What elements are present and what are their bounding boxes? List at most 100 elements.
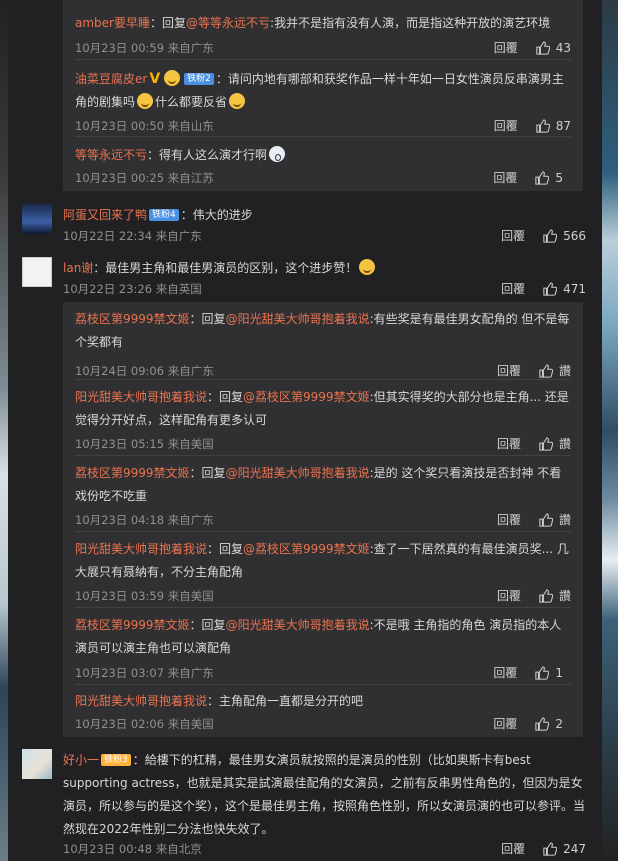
comment-meta: 10月22日 23:26 来自英国 [63,282,202,296]
thumbs-up-icon [543,281,558,296]
mention-link[interactable]: @荔枝区第9999禁文姬 [243,390,370,404]
grin-emoji-icon [137,93,154,109]
avatar[interactable] [22,749,52,779]
reply-item: 阳光甜美大帅哥抱着我说：回复@荔枝区第9999禁文姬:但其实得奖的大部分也是主角… [75,379,571,455]
reply-meta: 10月23日 00:59 来自广东 [75,41,214,55]
like-count: 讚 [558,364,571,378]
thumbs-up-icon [539,363,553,378]
reply-meta: 10月23日 03:07 来自广东 [75,666,214,680]
like-button[interactable]: 讚 [539,511,571,528]
laugh-emoji-icon [359,259,376,275]
reply-meta: 10月23日 03:59 来自美国 [75,589,214,603]
reply-author[interactable]: 等等永远不亏 [75,148,147,162]
comment-meta: 10月22日 22:34 来自广东 [63,229,202,243]
thumbs-up-icon [535,665,550,680]
comment-author[interactable]: 好小一 [63,753,99,767]
reply-author[interactable]: 荔枝区第9999禁文姬 [75,312,190,326]
reply-author[interactable]: 阳光甜美大帅哥抱着我说 [75,542,207,556]
reply-item: 阳光甜美大帅哥抱着我说：回复@荔枝区第9999禁文姬:查了一下居然真的有最佳演员… [75,531,571,607]
reply-button[interactable]: 回覆 [494,117,518,134]
comment-item: 好小一 铁粉3 ：給樓下的杠精，最佳男女演员就按照的是演员的性别（比如奥斯卡有bes… [22,749,586,857]
reply-meta: 10月23日 00:25 来自江苏 [75,171,214,185]
avatar[interactable] [22,257,52,287]
reply-button[interactable]: 回覆 [501,280,525,297]
thumbs-up-icon [543,841,558,856]
fan-badge: 铁粉2 [184,73,214,85]
reply-meta: 10月23日 05:15 来自美国 [75,437,214,451]
thumbs-up-icon [539,588,553,603]
scared-emoji-icon [269,146,286,162]
avatar[interactable] [22,204,52,234]
verified-v-icon: V [149,71,161,87]
like-button[interactable]: 566 [543,229,586,243]
background-left-edge [0,0,8,861]
thumbs-up-icon [535,716,550,731]
thumbs-up-icon [536,40,550,55]
comment-text: ：伟大的进步 [180,208,253,222]
reply-meta: 10月23日 04:18 来自广东 [75,513,214,527]
like-button[interactable]: 43 [536,41,571,55]
like-button[interactable]: 2 [535,717,563,731]
comment-text: ：給樓下的杠精，最佳男女演员就按照的是演员的性别（比如奥斯卡有best supp… [63,753,586,836]
like-count: 2 [555,716,563,731]
like-button[interactable]: 5 [535,171,563,185]
reply-button[interactable]: 回覆 [493,715,517,732]
comment-author[interactable]: lan谢 [63,261,93,275]
like-count: 讚 [558,589,571,603]
fan-badge: 铁粉4 [149,209,179,221]
like-count: 87 [555,118,571,133]
like-button[interactable]: 讚 [539,435,571,452]
mention-link[interactable]: @阳光甜美大帅哥抱着我说 [226,618,370,632]
like-count: 1 [555,665,563,680]
reply-button[interactable]: 回覆 [497,362,521,379]
reply-text: :我并不是指有没有人演，而是指这种开放的演艺环境 [270,16,551,30]
like-count: 讚 [558,513,571,527]
comment-text: ：最佳男主角和最佳男演员的区别，这个进步赞！ [93,261,358,275]
reply-thread: 荔枝区第9999禁文姬：回复@阳光甜美大帅哥抱着我说:有些奖是有最佳男女配角的 … [63,302,583,737]
grin-emoji-icon [229,93,246,109]
reply-thread: amber要早睡：回复@等等永远不亏:我并不是指有没有人演，而是指这种开放的演艺… [63,0,583,191]
mention-link[interactable]: @荔枝区第9999禁文姬 [243,542,370,556]
reply-author[interactable]: 阳光甜美大帅哥抱着我说 [75,694,207,708]
reply-author[interactable]: 荔枝区第9999禁文姬 [75,466,190,480]
reply-author[interactable]: 阳光甜美大帅哥抱着我说 [75,390,207,404]
like-button[interactable]: 讚 [539,362,571,379]
reply-button[interactable]: 回覆 [497,511,521,528]
like-button[interactable]: 471 [543,282,586,296]
reply-button[interactable]: 回覆 [497,587,521,604]
like-count: 247 [563,841,586,856]
thumbs-up-icon [539,512,553,527]
reply-text: ：得有人这么演才行啊 [147,148,268,162]
thumbs-up-icon [543,228,558,243]
like-count: 讚 [558,437,571,451]
reply-author[interactable]: 油菜豆腐皮er [75,72,147,86]
like-count: 471 [563,281,586,296]
comment-author[interactable]: 阿蛋又回来了鸭 [63,208,147,222]
reply-button[interactable]: 回覆 [501,840,525,857]
reply-button[interactable]: 回覆 [494,39,518,56]
reply-button[interactable]: 回覆 [493,664,517,681]
like-count: 5 [555,170,563,185]
like-count: 43 [555,40,571,55]
reply-button[interactable]: 回覆 [497,435,521,452]
mention-link[interactable]: @等等永远不亏 [186,16,270,30]
thumbs-up-icon [539,436,553,451]
mention-link[interactable]: @阳光甜美大帅哥抱着我说 [226,312,370,326]
reply-item: 等等永远不亏：得有人这么演才行啊 10月23日 00:25 来自江苏 回覆 5 [75,136,571,187]
like-count: 566 [563,228,586,243]
fan-badge: 铁粉3 [101,754,131,766]
reply-author[interactable]: 荔枝区第9999禁文姬 [75,618,190,632]
thumbs-up-icon [535,170,550,185]
reply-text: ：主角配角一直都是分开的吧 [207,694,364,708]
reply-author[interactable]: amber要早睡 [75,16,150,30]
like-button[interactable]: 讚 [539,587,571,604]
reply-item: 油菜豆腐皮er V 铁粉2 ：请问内地有哪部和获奖作品一样十年如一日女性演员反串演男主… [75,59,571,134]
reply-button[interactable]: 回覆 [493,169,517,186]
like-button[interactable]: 87 [536,119,571,133]
like-button[interactable]: 247 [543,842,586,856]
comment-meta: 10月23日 00:48 来自北京 [63,842,202,856]
mention-link[interactable]: @阳光甜美大帅哥抱着我说 [226,466,370,480]
reply-button[interactable]: 回覆 [501,227,525,244]
like-button[interactable]: 1 [535,666,563,680]
reply-item: 荔枝区第9999禁文姬：回复@阳光甜美大帅哥抱着我说:是的 这个奖只看演技是否封… [75,455,571,531]
